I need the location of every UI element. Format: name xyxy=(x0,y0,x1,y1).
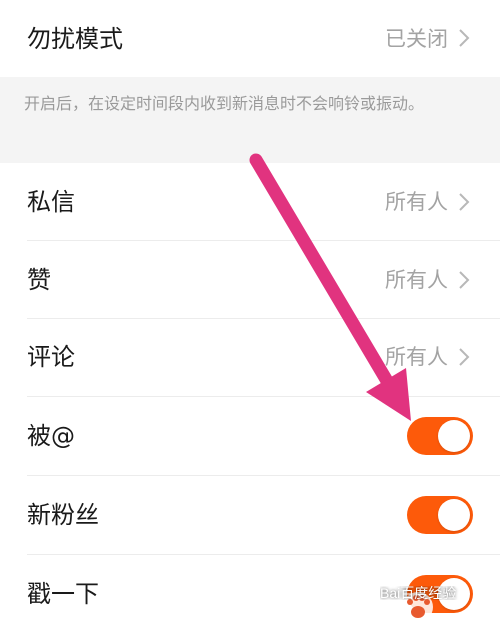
settings-row-likes[interactable]: 赞 所有人 xyxy=(0,241,500,319)
toggle-label: 被@ xyxy=(27,422,75,450)
settings-row-private-message[interactable]: 私信 所有人 xyxy=(0,163,500,241)
chevron-right-icon xyxy=(459,193,470,211)
settings-value: 所有人 xyxy=(385,268,448,292)
baidu-watermark-text: Bai百度经验 xyxy=(380,586,457,600)
chevron-right-icon xyxy=(459,348,470,366)
dnd-label: 勿扰模式 xyxy=(27,25,123,53)
mentions-toggle-switch[interactable] xyxy=(407,417,473,455)
toggle-label: 新粉丝 xyxy=(27,501,99,529)
settings-value: 所有人 xyxy=(385,345,448,369)
settings-label: 私信 xyxy=(27,188,75,216)
new-followers-toggle-switch[interactable] xyxy=(407,496,473,534)
dnd-note-panel: 开启后，在设定时间段内收到新消息时不会响铃或振动。 xyxy=(0,77,500,163)
dnd-row[interactable]: 勿扰模式 已关闭 xyxy=(0,0,500,77)
chevron-right-icon xyxy=(459,29,470,47)
toggle-label: 戳一下 xyxy=(27,580,99,608)
dnd-status: 已关闭 xyxy=(385,27,448,51)
settings-label: 评论 xyxy=(27,343,75,371)
toggle-knob xyxy=(438,499,470,531)
toggle-row-mentions: 被@ xyxy=(0,397,500,475)
toggle-row-new-followers: 新粉丝 xyxy=(0,476,500,554)
settings-row-comments[interactable]: 评论 所有人 xyxy=(0,319,500,397)
settings-label: 赞 xyxy=(27,266,51,294)
dnd-note-text: 开启后，在设定时间段内收到新消息时不会响铃或振动。 xyxy=(24,94,425,113)
toggle-knob xyxy=(438,420,470,452)
chevron-right-icon xyxy=(459,271,470,289)
settings-value: 所有人 xyxy=(385,190,448,214)
